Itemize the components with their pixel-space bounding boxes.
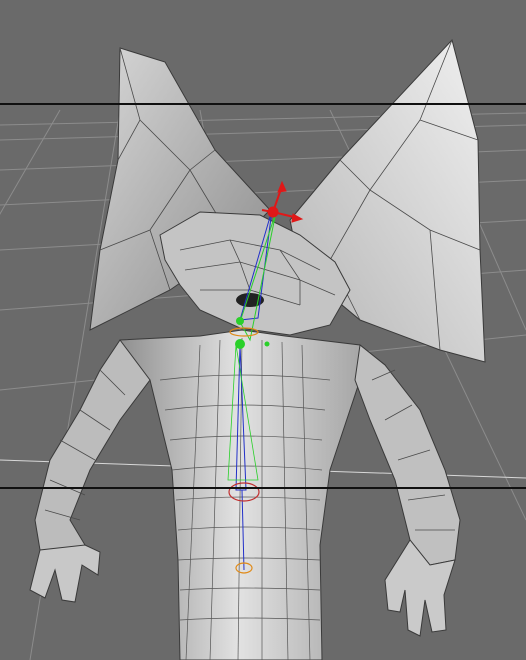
torso-mesh[interactable] (117, 329, 386, 660)
scene-canvas[interactable] (0, 0, 526, 660)
3d-viewport[interactable] (0, 0, 526, 660)
left-arm-mesh[interactable] (29, 339, 151, 603)
right-arm-mesh[interactable] (354, 344, 461, 637)
safe-frame-bottom-line (0, 487, 526, 489)
move-gizmo[interactable] (261, 180, 304, 223)
safe-frame-top-line (0, 103, 526, 105)
